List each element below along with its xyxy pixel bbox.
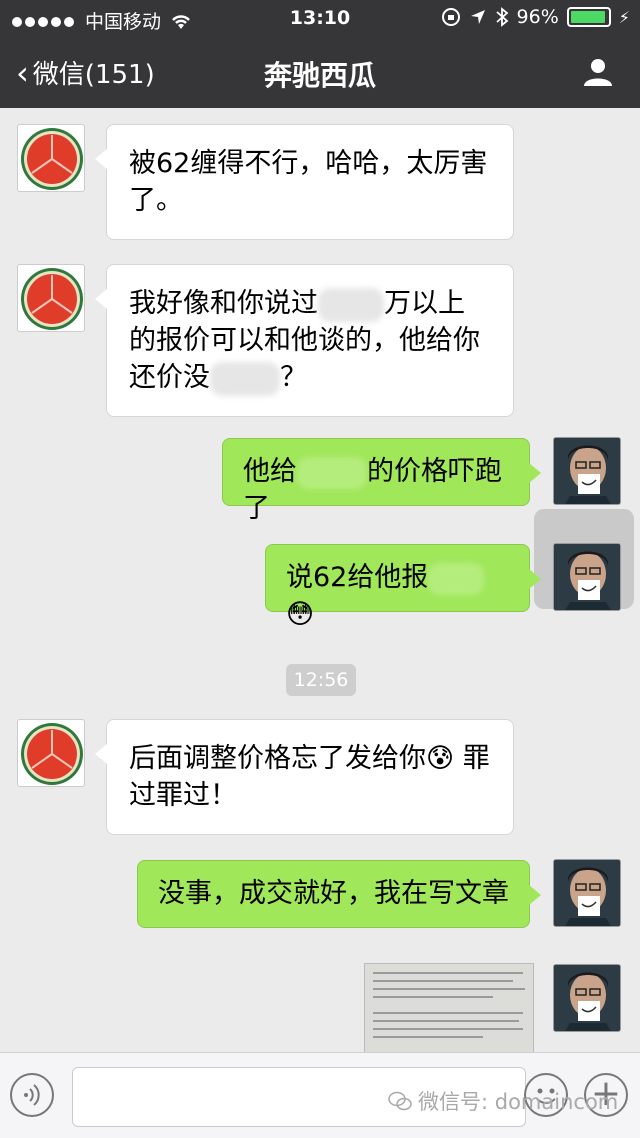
contact-avatar[interactable] [17, 264, 85, 332]
message-bubble-sent[interactable]: 说62给他报 😳 [265, 544, 541, 630]
message-text: 没事，成交就好，我在写文章 [158, 878, 509, 909]
nav-bar: ‹ 微信(151) 奔驰西瓜 [0, 36, 640, 108]
redacted-region [297, 456, 367, 489]
battery-percent: 96% [516, 6, 559, 28]
message-text: 后面调整价格忘了发给你 [129, 743, 426, 774]
battery-icon [566, 7, 611, 27]
watermelon-icon [21, 128, 83, 190]
message-bubble-sent[interactable]: 没事，成交就好，我在写文章 [137, 860, 541, 928]
location-icon [470, 10, 485, 24]
message-text: 被62缠得不行，哈哈，太厉害了。 [129, 148, 488, 216]
message-text: 说62给他报 [286, 562, 429, 593]
time-divider: 12:56 [286, 664, 356, 696]
wechat-logo-icon [388, 1091, 412, 1111]
message-text: ？ [280, 362, 307, 393]
voice-button[interactable] [10, 1073, 54, 1117]
redacted-region [210, 361, 280, 396]
user-photo-icon [554, 438, 620, 504]
cold-sweat-emoji: 😰 [426, 743, 455, 774]
contact-avatar[interactable] [17, 124, 85, 192]
orientation-lock-icon [441, 8, 460, 26]
user-avatar[interactable] [553, 437, 621, 505]
watermelon-icon [21, 723, 83, 785]
charging-icon: ⚡ [618, 7, 630, 27]
flushed-emoji: 😳 [286, 599, 315, 630]
chat-title: 奔驰西瓜 [263, 59, 376, 92]
profile-icon[interactable] [582, 56, 614, 88]
contact-avatar[interactable] [17, 719, 85, 787]
message-text: 他给 [243, 456, 297, 487]
watermark-text: 微信号: domaincom [418, 1090, 619, 1114]
watermelon-icon [21, 268, 83, 330]
image-message[interactable] [364, 963, 534, 1058]
user-photo-icon [554, 544, 620, 610]
redacted-region [428, 562, 485, 595]
user-avatar[interactable] [553, 543, 621, 611]
user-avatar[interactable] [553, 859, 621, 927]
status-bar: 中国移动 13:10 96% ⚡ [0, 0, 640, 36]
message-bubble-sent[interactable]: 他给 的价格吓跑了 [222, 438, 541, 524]
user-photo-icon [554, 965, 620, 1031]
user-avatar[interactable] [553, 964, 621, 1032]
message-bubble-received[interactable]: 后面调整价格忘了发给你😰 罪过罪过！ [95, 719, 514, 835]
voice-icon [24, 1084, 40, 1106]
message-text: 我好像和你说过 [129, 288, 318, 319]
header: 中国移动 13:10 96% ⚡ ‹ 微信(151) 奔驰西瓜 [0, 0, 640, 108]
redacted-region [318, 287, 384, 322]
bluetooth-icon [495, 7, 508, 27]
user-photo-icon [554, 860, 620, 926]
message-bubble-received[interactable]: 我好像和你说过 万以上的报价可以和他谈的，他给你还价没？ [95, 264, 514, 417]
message-bubble-received[interactable]: 被62缠得不行，哈哈，太厉害了。 [95, 124, 514, 240]
watermark: 微信号: domaincom [388, 1086, 618, 1116]
